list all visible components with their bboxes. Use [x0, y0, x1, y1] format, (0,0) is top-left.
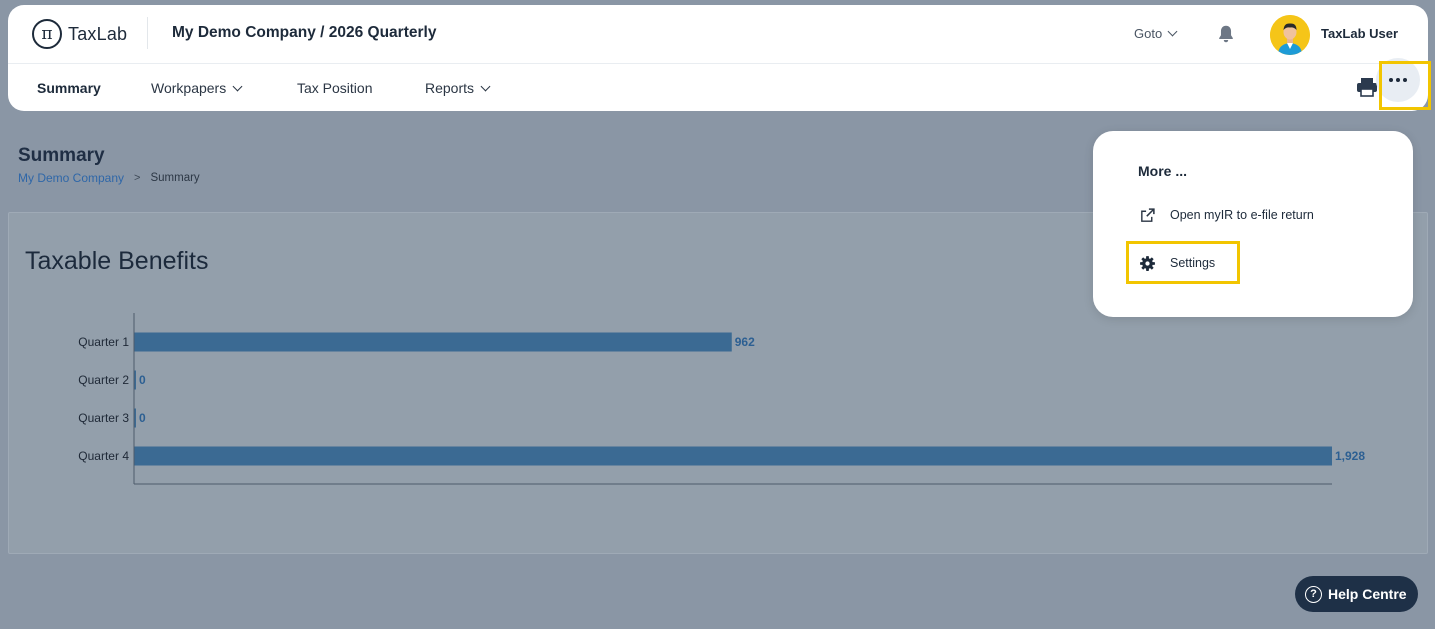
- y-tick-label: Quarter 1: [78, 335, 129, 349]
- menu-item-settings[interactable]: Settings: [1138, 254, 1215, 272]
- tab-summary[interactable]: Summary: [37, 80, 101, 96]
- menu-item-label: Open myIR to e-file return: [1170, 208, 1314, 222]
- menu-title: More ...: [1138, 163, 1188, 179]
- taxlab-logo[interactable]: π TaxLab: [32, 19, 127, 49]
- tab-label: Tax Position: [297, 80, 373, 96]
- breadcrumb: My Demo Company > Summary: [18, 171, 200, 185]
- header-divider: [147, 17, 148, 49]
- tab-reports[interactable]: Reports: [425, 80, 491, 96]
- help-centre-label: Help Centre: [1328, 586, 1407, 602]
- goto-dropdown[interactable]: Goto: [1134, 26, 1178, 41]
- tab-label: Summary: [37, 80, 101, 96]
- help-question-icon: ?: [1305, 585, 1322, 603]
- bell-icon[interactable]: [1215, 23, 1237, 45]
- y-tick-label: Quarter 2: [78, 373, 129, 387]
- chevron-down-icon: [232, 81, 243, 91]
- nav-tabs: Summary Workpapers Tax Position Reports: [8, 65, 1428, 111]
- page-title: Summary: [18, 145, 105, 166]
- data-label: 1,928: [1335, 449, 1365, 463]
- logo-pi-icon: π: [32, 19, 62, 49]
- y-tick-label: Quarter 4: [78, 449, 129, 463]
- gear-icon: [1138, 254, 1156, 272]
- menu-item-open-myir[interactable]: Open myIR to e-file return: [1138, 206, 1314, 224]
- chevron-down-icon: [480, 81, 491, 91]
- goto-label: Goto: [1134, 26, 1163, 41]
- breadcrumb-current: Summary: [150, 172, 200, 184]
- tab-label: Reports: [425, 80, 475, 96]
- help-centre-button[interactable]: ? Help Centre: [1295, 576, 1418, 612]
- bar: [134, 446, 1332, 466]
- breadcrumb-separator: >: [134, 172, 141, 184]
- y-tick-label: Quarter 3: [78, 411, 129, 425]
- more-options-button[interactable]: [1376, 58, 1420, 102]
- chevron-down-icon: [1167, 26, 1178, 37]
- data-label: 0: [139, 411, 146, 425]
- top-bar: π TaxLab My Demo Company / 2026 Quarterl…: [8, 5, 1428, 64]
- data-label: 962: [735, 335, 755, 349]
- breadcrumb-company-link[interactable]: My Demo Company: [18, 171, 124, 185]
- user-avatar[interactable]: [1270, 15, 1310, 55]
- data-label: 0: [139, 373, 146, 387]
- tab-tax-position[interactable]: Tax Position: [297, 80, 372, 96]
- company-period-title: My Demo Company / 2026 Quarterly: [172, 24, 437, 41]
- tab-label: Workpapers: [151, 80, 227, 96]
- tab-workpapers[interactable]: Workpapers: [151, 80, 243, 96]
- external-link-icon: [1138, 206, 1156, 224]
- bar: [134, 332, 732, 352]
- more-menu: More ... Open myIR to e-file return Sett…: [1093, 131, 1413, 317]
- logo-text: TaxLab: [68, 23, 128, 44]
- avatar-person-icon: [1270, 15, 1310, 55]
- app-header: π TaxLab My Demo Company / 2026 Quarterl…: [8, 5, 1428, 111]
- menu-item-label: Settings: [1170, 256, 1216, 270]
- ellipsis-icon: [1389, 78, 1407, 82]
- username: TaxLab User: [1321, 26, 1399, 41]
